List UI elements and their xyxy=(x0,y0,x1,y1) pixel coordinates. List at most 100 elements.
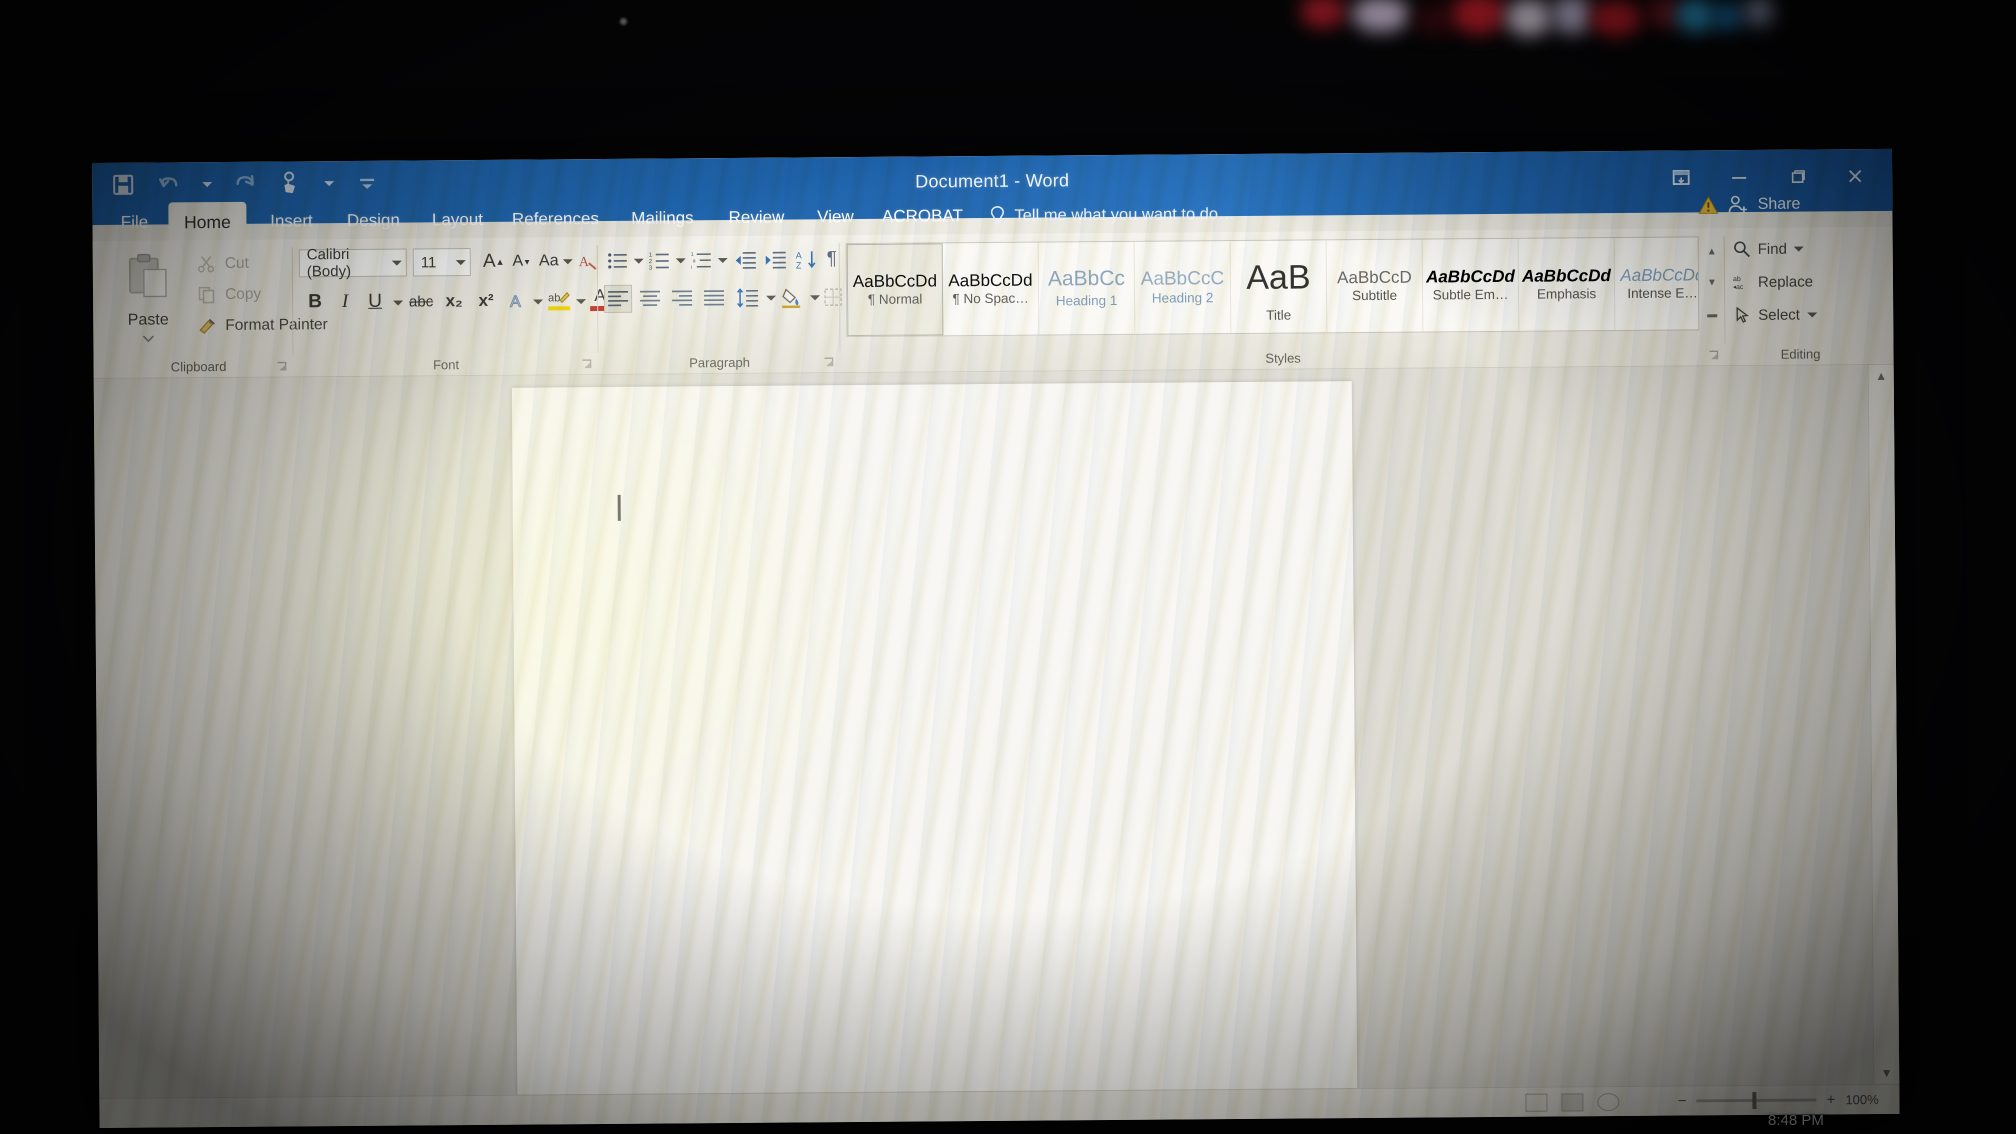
paste-icon xyxy=(128,253,167,298)
svg-text:i: i xyxy=(691,265,692,271)
print-layout-button[interactable] xyxy=(1561,1092,1584,1111)
font-size-combo[interactable]: 11 xyxy=(412,248,471,277)
replace-label: Replace xyxy=(1757,272,1814,291)
cut-button[interactable]: Cut xyxy=(197,254,249,274)
text-effects-dropdown-icon[interactable] xyxy=(533,299,544,305)
select-dropdown-icon[interactable] xyxy=(1806,311,1817,318)
font-dialog-launcher-icon[interactable] xyxy=(582,359,593,370)
select-button[interactable]: Select xyxy=(1733,305,1817,324)
web-layout-button[interactable] xyxy=(1597,1092,1620,1111)
highlight-dropdown-icon[interactable] xyxy=(576,299,587,305)
find-label: Find xyxy=(1757,240,1787,258)
change-case-dropdown-icon[interactable] xyxy=(562,258,573,264)
document-canvas[interactable] xyxy=(93,364,1900,1107)
align-left-button[interactable] xyxy=(603,284,633,313)
styles-scroll-down-icon[interactable]: ▼ xyxy=(1707,278,1717,289)
underline-button[interactable]: U xyxy=(361,287,389,317)
styles-dialog-launcher-icon[interactable] xyxy=(1709,350,1720,361)
sort-button[interactable]: AZ xyxy=(794,245,820,273)
tab-acrobat[interactable]: ACROBAT xyxy=(872,196,972,237)
style-no-spacing[interactable]: AaBbCcDd ¶ No Spac… xyxy=(942,242,1040,336)
multilevel-dropdown-icon[interactable] xyxy=(717,258,728,264)
tab-references[interactable]: References xyxy=(500,199,610,240)
ribbon: Paste Cut Copy Format Painter Clipboard xyxy=(92,196,1894,379)
style-title[interactable]: AaB Subtitle Title xyxy=(1230,240,1328,334)
paragraph-dialog-launcher-icon[interactable] xyxy=(824,357,835,368)
warning-icon[interactable] xyxy=(1698,195,1720,215)
italic-button[interactable]: I xyxy=(331,287,359,317)
text-highlight-color-button[interactable]: ab xyxy=(545,283,573,315)
justify-button[interactable] xyxy=(700,284,728,312)
bold-button[interactable]: B xyxy=(301,287,329,317)
document-page[interactable] xyxy=(511,381,1358,1107)
share-label[interactable]: Share xyxy=(1758,196,1801,214)
svg-text:a: a xyxy=(693,258,696,264)
group-styles: AaBbCcDd ¶ Normal AaBbCcDd ¶ No Spac… Aa… xyxy=(840,228,1726,373)
subscript-label: x₂ xyxy=(445,291,463,311)
line-spacing-dropdown-icon[interactable] xyxy=(766,295,777,301)
style-emphasis[interactable]: AaBbCcDd Emphasis xyxy=(1518,238,1616,331)
underline-dropdown-icon[interactable] xyxy=(393,300,404,306)
tell-me-placeholder: Tell me what you want to do… xyxy=(1014,204,1235,225)
shading-button[interactable] xyxy=(778,283,806,311)
subscript-button[interactable]: x₂ xyxy=(439,286,469,316)
find-button[interactable]: Find xyxy=(1733,240,1804,259)
style-normal[interactable]: AaBbCcDd ¶ Normal xyxy=(846,243,944,337)
font-name-dropdown-icon[interactable] xyxy=(391,260,402,266)
zoom-in-button[interactable]: + xyxy=(1827,1091,1836,1108)
numbering-button[interactable]: 123 xyxy=(646,246,674,274)
style-intense-emphasis[interactable]: AaBbCcDd Intense E… xyxy=(1614,237,1700,331)
tab-review[interactable]: Review xyxy=(714,197,798,238)
clipboard-dialog-launcher-icon[interactable] xyxy=(277,361,288,372)
styles-more-icon[interactable]: ▬ xyxy=(1707,309,1717,320)
copy-button[interactable]: Copy xyxy=(197,285,261,306)
tab-view[interactable]: View xyxy=(802,197,868,238)
vertical-scrollbar[interactable]: ▲ ▼ xyxy=(1867,364,1900,1085)
shading-dropdown-icon[interactable] xyxy=(810,295,821,301)
bokeh-light xyxy=(1676,0,1716,32)
style-heading-1[interactable]: AaBbCс Heading 1 xyxy=(1038,241,1136,335)
bullets-dropdown-icon[interactable] xyxy=(633,258,644,264)
text-effects-button[interactable]: A xyxy=(505,286,531,316)
styles-scroll-up-icon[interactable]: ▲ xyxy=(1707,246,1717,257)
tab-file[interactable]: File xyxy=(106,202,162,242)
bullets-button[interactable] xyxy=(604,247,632,275)
numbering-dropdown-icon[interactable] xyxy=(675,258,686,264)
multilevel-list-button[interactable]: 1ai xyxy=(688,246,716,274)
grow-font-button[interactable]: A ▲ xyxy=(481,248,507,276)
zoom-level-label[interactable]: 100% xyxy=(1845,1092,1885,1107)
tab-insert[interactable]: Insert xyxy=(254,201,328,242)
style-subtle-emphasis[interactable]: AaBbCcDd Subtle Em… xyxy=(1422,238,1520,332)
zoom-out-button[interactable]: − xyxy=(1678,1093,1687,1110)
highlighter-icon: ab xyxy=(548,292,570,304)
find-dropdown-icon[interactable] xyxy=(1793,246,1804,252)
center-button[interactable] xyxy=(636,285,664,313)
line-spacing-button[interactable] xyxy=(734,284,762,312)
align-right-button[interactable] xyxy=(668,284,696,312)
shrink-font-button[interactable]: A ▼ xyxy=(509,248,535,276)
zoom-slider-handle[interactable] xyxy=(1752,1091,1757,1109)
scroll-down-icon[interactable]: ▼ xyxy=(1874,1066,1899,1080)
style-subtitle[interactable]: AaBbCcD Subtitle xyxy=(1326,239,1424,333)
decrease-indent-button[interactable] xyxy=(732,246,760,274)
tab-home[interactable]: Home xyxy=(168,201,247,243)
style-heading-2[interactable]: AaBbCcC Heading 2 xyxy=(1134,241,1232,334)
font-size-dropdown-icon[interactable] xyxy=(455,259,466,265)
zoom-slider[interactable] xyxy=(1696,1091,1817,1109)
read-mode-button[interactable] xyxy=(1525,1093,1548,1112)
bokeh-light xyxy=(1712,2,1744,30)
share-person-icon[interactable] xyxy=(1728,194,1750,216)
scroll-up-icon[interactable]: ▲ xyxy=(1869,369,1894,383)
superscript-button[interactable]: x² xyxy=(471,286,501,316)
paste-button[interactable]: Paste xyxy=(113,250,184,348)
strikethrough-button[interactable]: abc xyxy=(405,286,437,316)
tab-mailings[interactable]: Mailings xyxy=(614,198,710,239)
tell-me-search[interactable]: Tell me what you want to do… xyxy=(988,194,1235,236)
increase-indent-button[interactable] xyxy=(762,246,790,274)
replace-button[interactable]: ab ac Replace xyxy=(1733,272,1813,291)
change-case-button[interactable]: Aa xyxy=(539,247,573,275)
tab-design[interactable]: Design xyxy=(332,200,414,241)
copy-label: Copy xyxy=(224,285,262,303)
tab-layout[interactable]: Layout xyxy=(418,200,496,241)
font-name-combo[interactable]: Calibri (Body) xyxy=(298,246,407,280)
